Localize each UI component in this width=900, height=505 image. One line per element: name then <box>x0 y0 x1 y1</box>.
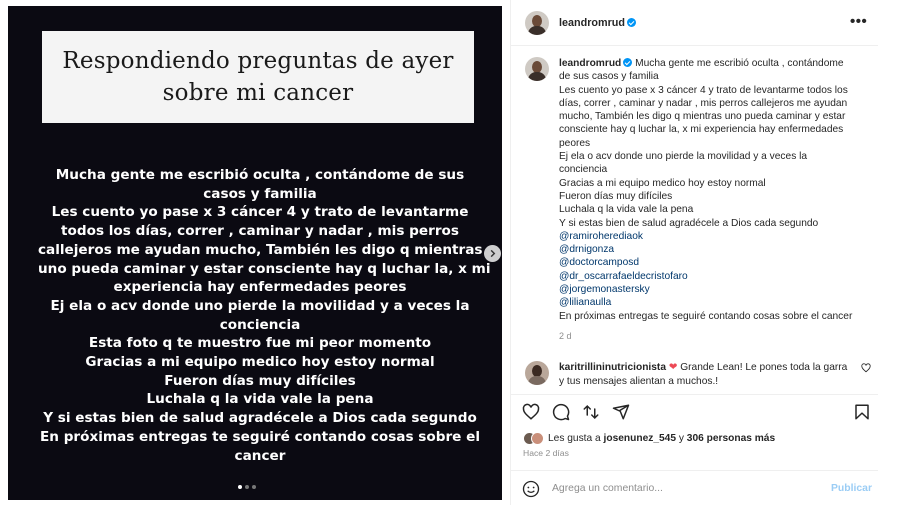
carousel-next-button[interactable] <box>484 245 501 262</box>
page-margin <box>878 0 900 505</box>
likes-connector: y <box>678 433 684 444</box>
likes-count[interactable]: 306 personas más <box>687 433 775 444</box>
post-header: leandromrud ••• <box>511 0 879 46</box>
more-options-icon[interactable]: ••• <box>850 13 867 30</box>
caption-line: Ej ela o acv donde uno pierde la movilid… <box>559 151 808 163</box>
commenter-username[interactable]: karitrillininutricionista <box>559 362 666 373</box>
comment-bubble-icon[interactable] <box>552 403 570 421</box>
comment-like-heart-icon[interactable] <box>861 363 871 373</box>
caption-line: Fueron días muy difíciles <box>559 190 673 202</box>
chevron-right-icon <box>490 249 496 258</box>
comment: karitrillininutricionista ❤ Grande Lean!… <box>559 361 859 388</box>
caption-line: consciente hay q luchar la, x mi experie… <box>559 124 844 136</box>
caption-line: Les cuento yo pase x 3 cáncer 4 y trato … <box>559 84 848 96</box>
story-line: Ej ela o acv donde uno pierde la movilid… <box>50 297 470 314</box>
caption-line: Gracias a mi equipo medico hoy estoy nor… <box>559 177 766 189</box>
liker-avatar <box>531 432 544 445</box>
emoji-icon[interactable] <box>522 480 540 498</box>
caption-line: días, correr , caminar y nadar , mis per… <box>559 97 848 109</box>
author-avatar[interactable] <box>525 11 549 35</box>
comment-text-line-2: y tus mensajes alientan a muchos.! <box>559 375 719 387</box>
author-username-text[interactable]: leandromrud <box>559 17 625 29</box>
carousel-indicator <box>238 485 256 489</box>
caption-text: Mucha gente me escribió oculta , contánd… <box>635 58 844 69</box>
story-line: todos los días, correr , caminar y nadar… <box>61 223 459 240</box>
liker-username[interactable]: josenunez_545 <box>604 433 676 444</box>
mention-link[interactable]: @drnigonza <box>559 243 871 256</box>
image-story-text: Mucha gente me escribió oculta , contánd… <box>38 166 491 465</box>
carousel-dot <box>252 485 256 489</box>
likes-summary[interactable]: Les gusta a josenunez_545 y 306 personas… <box>523 432 775 445</box>
post-caption: leandromrud Mucha gente me escribió ocul… <box>559 57 871 323</box>
author-username[interactable]: leandromrud <box>559 17 636 29</box>
caption-first-line: leandromrud Mucha gente me escribió ocul… <box>559 57 871 70</box>
mention-link[interactable]: @ramiroherediaok <box>559 230 871 243</box>
story-line: cancer <box>234 447 286 464</box>
heart-emoji-icon: ❤ <box>668 362 678 373</box>
publish-button[interactable]: Publicar <box>831 483 872 494</box>
image-headline-box: Respondiendo preguntas de ayer sobre mi … <box>42 31 474 123</box>
story-line: En próximas entregas te seguiré contando… <box>40 428 480 445</box>
caption-last-line: En próximas entregas te seguiré contando… <box>559 310 853 322</box>
story-line: Fueron días muy difíciles <box>164 372 356 389</box>
save-bookmark-icon[interactable] <box>853 403 871 421</box>
story-line: casos y familia <box>203 185 317 202</box>
commenter-avatar[interactable] <box>525 361 549 385</box>
caption-line: conciencia <box>559 164 608 176</box>
caption-line: mucho, También les digo q mientras uno p… <box>559 111 846 123</box>
post-media-panel: Respondiendo preguntas de ayer sobre mi … <box>0 0 510 505</box>
story-line: Luchala q la vida vale la pena <box>146 391 374 408</box>
carousel-dot-active <box>238 485 242 489</box>
story-line: Mucha gente me escribió oculta , contánd… <box>55 167 465 183</box>
add-comment-bar: Agrega un comentario... Publicar <box>511 470 879 505</box>
caption-line: de sus casos y familia <box>559 71 659 83</box>
post-actions-bar <box>511 394 879 430</box>
mention-link[interactable]: @lilianaulla <box>559 296 871 309</box>
like-heart-icon[interactable] <box>522 403 540 421</box>
caption-line: peores <box>559 137 591 149</box>
carousel-dot <box>245 485 249 489</box>
mention-link[interactable]: @dr_oscarrafaeldecristofaro <box>559 270 871 283</box>
comment-input[interactable]: Agrega un comentario... <box>552 483 663 494</box>
caption-time-ago: 2 d <box>559 331 572 341</box>
caption-line: Luchala q la vida vale la pena <box>559 204 694 216</box>
caption-author-avatar[interactable] <box>525 57 549 81</box>
mention-link[interactable]: @doctorcamposd <box>559 256 871 269</box>
story-line: experiencia hay enfermedades peores <box>113 279 407 296</box>
verified-badge-icon <box>623 58 633 67</box>
story-line: Gracias a mi equipo medico hoy estoy nor… <box>85 354 435 371</box>
post-date: Hace 2 días <box>523 448 569 458</box>
comment-text: Grande Lean! Le pones toda la garra <box>680 362 848 373</box>
instagram-post-view: Respondiendo preguntas de ayer sobre mi … <box>0 0 900 505</box>
caption-line: Y si estas bien de salud agradécele a Di… <box>559 217 819 229</box>
image-headline-line-2: sobre mi cancer <box>162 80 354 106</box>
mention-link[interactable]: @jorgemonastersky <box>559 283 871 296</box>
verified-badge-icon <box>627 18 636 27</box>
share-send-icon[interactable] <box>612 403 630 421</box>
likes-prefix: Les gusta a <box>548 433 601 444</box>
story-line: uno pueda caminar y estar consciente hay… <box>38 260 491 277</box>
story-line: Les cuento yo pase x 3 cáncer 4 y trato … <box>51 204 469 221</box>
post-image[interactable]: Respondiendo preguntas de ayer sobre mi … <box>8 6 502 500</box>
post-details-panel: leandromrud ••• leandromrud Mucha gente … <box>510 0 879 505</box>
story-line: Esta foto q te muestro fue mi peor momen… <box>88 335 432 352</box>
story-line: conciencia <box>219 316 301 333</box>
story-line: callejeros me ayudan mucho, También les … <box>38 241 483 258</box>
image-headline-line-1: Respondiendo preguntas de ayer <box>62 48 454 74</box>
repost-icon[interactable] <box>582 403 600 421</box>
story-line: Y si estas bien de salud agradécele a Di… <box>43 410 477 427</box>
caption-username[interactable]: leandromrud <box>559 58 621 69</box>
